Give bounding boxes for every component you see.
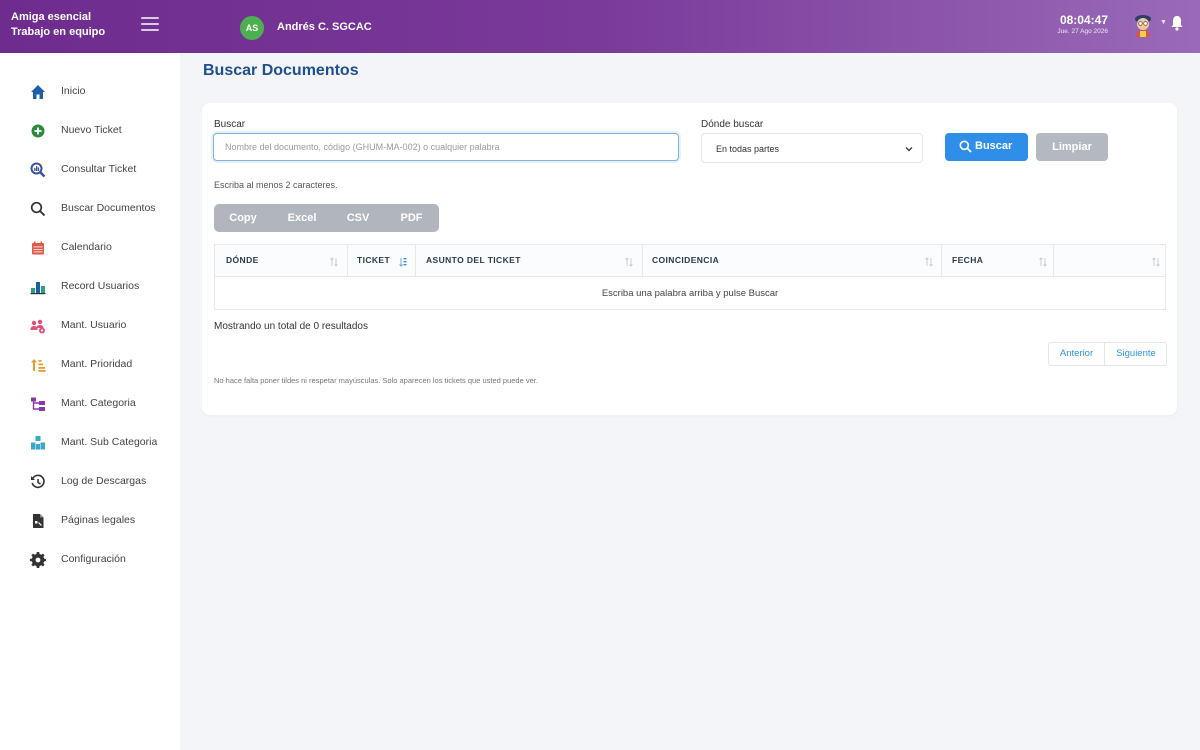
column-header-label: COINCIDENCIA [652,255,720,265]
gear-icon [30,552,46,568]
history-icon [31,474,45,489]
search-card: Buscar Dónde buscar En todas partes Busc… [202,103,1177,415]
cubes-icon [31,436,45,450]
search-button[interactable]: Buscar [945,133,1028,161]
export-button-group: Copy Excel CSV PDF [214,204,439,232]
search-icon [959,140,972,153]
footnote: No hace falta poner tildes ni respetar m… [214,376,538,385]
sidebar-item-buscar-documentos[interactable]: Buscar Documentos [0,194,180,224]
sidebar-item-mant-categoria[interactable]: Mant. Categoria [0,389,180,419]
sidebar-item-mant-sub-categoria[interactable]: Mant. Sub Categoria [0,428,180,458]
calendar-icon [32,241,44,255]
sort-icon [925,257,933,267]
table-header: DÓNDE TICKET ASUNTO DEL TICKET COINCIDEN… [215,245,1165,277]
sidebar-item-label: Buscar Documentos [61,202,156,214]
plus-circle-icon [31,124,45,138]
sidebar-item-label: Mant. Prioridad [61,358,133,370]
sort-icon [330,257,338,267]
sidebar-item-record-usuarios[interactable]: Record Usuarios [0,272,180,302]
clock-date: Jue. 27 Ago 2026 [1057,28,1108,35]
menu-toggle-icon[interactable] [141,17,159,33]
where-select[interactable]: En todas partes [701,133,923,163]
sidebar-item-label: Inicio [61,85,86,97]
sidebar-item-mant-prioridad[interactable]: Mant. Prioridad [0,350,180,380]
empty-table-message: Escriba una palabra arriba y pulse Busca… [601,288,779,299]
sort-icon [1039,257,1047,267]
search-label: Buscar [214,119,246,130]
search-button-label: Buscar [975,140,1013,152]
user-avatar-icon[interactable] [1132,13,1154,37]
clear-button[interactable]: Limpiar [1036,133,1108,161]
sidebar-item-nuevo-ticket[interactable]: Nuevo Ticket [0,116,180,146]
home-icon [31,85,45,99]
column-header-ticket[interactable]: TICKET [348,245,415,276]
bell-icon[interactable] [1170,15,1184,31]
column-header-actions[interactable] [1054,245,1165,276]
sidebar-item-consultar-ticket[interactable]: Consultar Ticket [0,155,180,185]
search-input[interactable] [213,133,679,161]
sidebar: Inicio Nuevo Ticket Consultar Ticket Bus… [0,53,180,750]
bar-chart-icon [30,282,46,295]
brand-line-1: Amiga esencial [11,11,92,23]
sidebar-item-label: Mant. Usuario [61,319,127,331]
csv-button[interactable]: CSV [332,204,384,232]
excel-button[interactable]: Excel [272,204,332,232]
sidebar-item-mant-usuario[interactable]: Mant. Usuario [0,311,180,341]
where-label: Dónde buscar [701,119,764,130]
sidebar-item-label: Log de Descargas [61,475,147,487]
where-select-value: En todas partes [716,144,780,154]
user-initials-avatar: AS [240,16,264,40]
sort-priority-icon [31,359,46,372]
sidebar-item-label: Record Usuarios [61,280,140,292]
brand-line-2: Trabajo en equipo [11,26,106,38]
top-bar: Amiga esencial Trabajo en equipo AS Andr… [0,0,1200,53]
column-header-label: DÓNDE [226,255,259,265]
sidebar-item-label: Consultar Ticket [61,163,137,175]
sidebar-item-log-de-descargas[interactable]: Log de Descargas [0,467,180,497]
sitemap-icon [31,397,45,411]
sidebar-item-label: Mant. Categoria [61,397,136,409]
column-header-donde[interactable]: DÓNDE [215,245,347,276]
page-title: Buscar Documentos [203,62,359,79]
column-header-label: TICKET [357,255,391,265]
column-header-asunto[interactable]: ASUNTO DEL TICKET [416,245,642,276]
column-header-label: ASUNTO DEL TICKET [426,255,521,265]
pdf-button[interactable]: PDF [384,204,439,232]
next-page-button[interactable]: Siguiente [1105,343,1167,365]
sort-icon [625,257,633,267]
sidebar-item-paginas-legales[interactable]: Páginas legales [0,506,180,536]
column-header-label: FECHA [952,255,984,265]
sidebar-item-calendario[interactable]: Calendario [0,233,180,263]
search-icon [30,201,46,217]
sidebar-item-label: Configuración [61,553,126,565]
column-header-fecha[interactable]: FECHA [942,245,1053,276]
clock-time: 08:04:47 [1059,13,1108,27]
chart-search-icon [30,162,46,178]
brand[interactable]: Amiga esencial Trabajo en equipo [11,10,105,40]
document-icon [33,514,44,528]
sidebar-item-label: Calendario [61,241,112,253]
sort-ascending-icon [399,258,407,267]
sort-icon [1152,257,1160,267]
sidebar-item-label: Mant. Sub Categoria [61,436,158,448]
chevron-down-icon [905,147,913,152]
sidebar-item-inicio[interactable]: Inicio [0,77,180,107]
sidebar-item-label: Páginas legales [61,514,136,526]
results-info: Mostrando un total de 0 resultados [214,321,368,332]
chevron-down-icon[interactable]: ▼ [1160,19,1167,26]
user-name: Andrés C. SGCAC [277,21,372,33]
sidebar-item-configuracion[interactable]: Configuración [0,545,180,575]
pagination: Anterior Siguiente [1048,342,1167,366]
sidebar-item-label: Nuevo Ticket [61,124,122,136]
hint-text: Escriba al menos 2 caracteres. [214,180,338,190]
column-header-coincidencia[interactable]: COINCIDENCIA [643,245,941,276]
clock: 08:04:47 Jue. 27 Ago 2026 [1040,13,1108,37]
previous-page-button[interactable]: Anterior [1049,343,1104,365]
copy-button[interactable]: Copy [214,204,272,232]
results-table: DÓNDE TICKET ASUNTO DEL TICKET COINCIDEN… [214,244,1166,310]
users-cog-icon [30,319,45,334]
